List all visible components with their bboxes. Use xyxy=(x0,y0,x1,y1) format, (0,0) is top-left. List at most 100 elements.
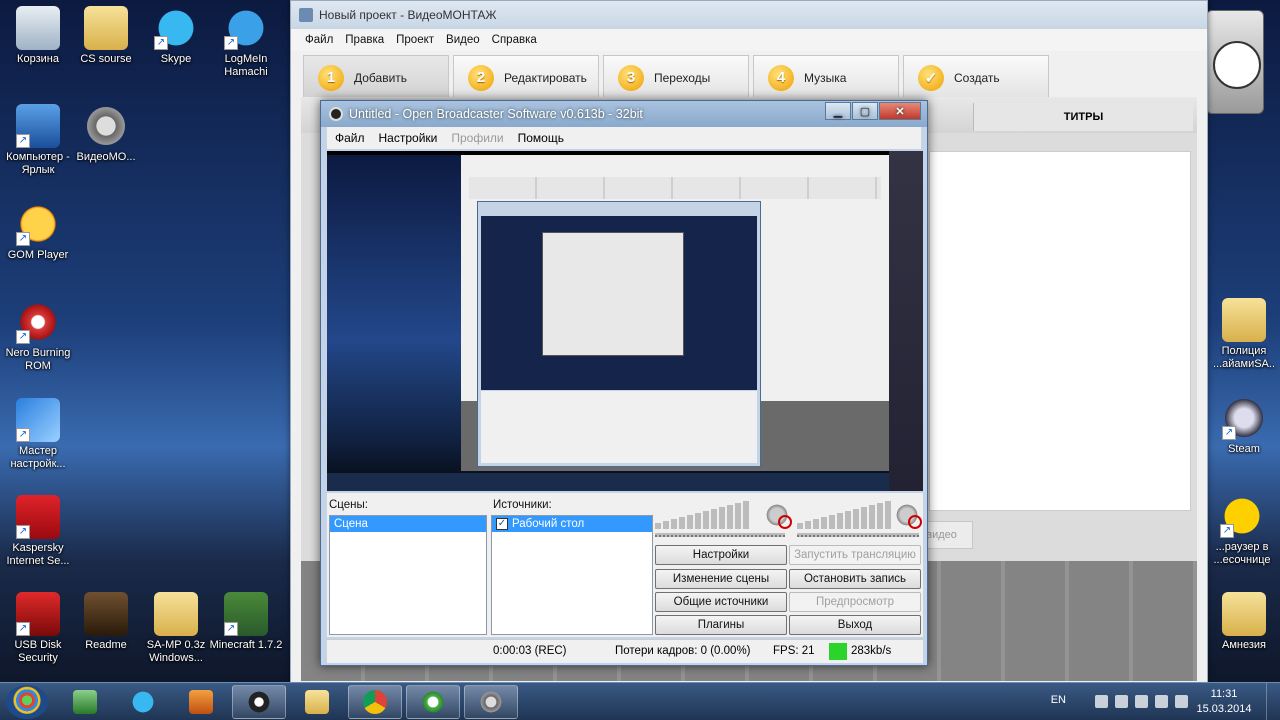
preview-obs-window xyxy=(477,201,761,467)
preview-button[interactable]: Предпросмотр xyxy=(789,592,921,612)
shortcut-arrow-icon: ↗ xyxy=(16,330,30,344)
video-editor-titlebar[interactable]: Новый проект - ВидеоМОНТАЖ xyxy=(291,1,1207,29)
menu-file[interactable]: Файл xyxy=(305,34,333,46)
desktop-icon-amnesia[interactable]: Амнезия xyxy=(1206,592,1280,652)
clock[interactable]: 11:31 15.03.2014 xyxy=(1194,687,1254,717)
desktop-icon-minecraft[interactable]: ↗ Minecraft 1.7.2 xyxy=(208,592,284,652)
obs-window[interactable]: Untitled - Open Broadcaster Software v0.… xyxy=(320,100,928,666)
desktop-icon-label: Kaspersky Internet Se... xyxy=(6,542,70,567)
desktop-icon-gom-player[interactable]: ↗ GOM Player xyxy=(0,202,76,262)
menu-video[interactable]: Видео xyxy=(446,34,480,46)
desktop-icon-police-miami[interactable]: Полиция ...айамиSA.. xyxy=(1206,298,1280,371)
close-button[interactable]: ✕ xyxy=(879,102,921,120)
mic-audio-meter xyxy=(797,499,891,529)
notifications-arrow-icon[interactable] xyxy=(1095,695,1108,708)
folder-icon xyxy=(1222,592,1266,636)
taskbar-folder[interactable] xyxy=(290,685,344,719)
desktop-icon-label: Readme xyxy=(85,639,127,651)
shortcut-arrow-icon: ↗ xyxy=(16,232,30,246)
maximize-button[interactable]: ▢ xyxy=(852,102,878,120)
menu-edit[interactable]: Правка xyxy=(345,34,384,46)
start-stream-button[interactable]: Запустить трансляцию xyxy=(789,545,921,565)
menu-help[interactable]: Справка xyxy=(492,34,537,46)
battery-icon[interactable] xyxy=(1155,695,1168,708)
desktop-icon-label: LogMeIn Hamachi xyxy=(224,53,268,78)
network-icon[interactable] xyxy=(1135,695,1148,708)
taskbar-obs[interactable] xyxy=(232,685,286,719)
source-item[interactable]: ✓ Рабочий стол xyxy=(492,516,652,532)
obs-statusbar: 0:00:03 (REC) Потери кадров: 0 (0.00%) F… xyxy=(327,639,923,663)
taskbar-chrome[interactable] xyxy=(348,685,402,719)
stop-recording-button[interactable]: Остановить запись xyxy=(789,569,921,589)
desktop-icon-steam[interactable]: ↗ Steam xyxy=(1206,396,1280,456)
step-transitions[interactable]: 3 Переходы xyxy=(603,55,749,99)
show-desktop-button[interactable] xyxy=(1266,683,1280,720)
titles-canvas[interactable] xyxy=(929,151,1191,511)
step-create[interactable]: ✓ Создать xyxy=(903,55,1049,99)
plugins-button[interactable]: Плагины xyxy=(655,615,787,635)
video-editor-menubar: Файл Правка Проект Видео Справка xyxy=(291,29,1207,51)
source-checkbox[interactable]: ✓ xyxy=(496,518,508,530)
desktop-icon-videomontazh[interactable]: ВидеоМО... xyxy=(68,104,144,164)
desktop-icon-skype[interactable]: ↗ Skype xyxy=(138,6,214,66)
preview-desktop-capture xyxy=(327,155,889,491)
obs-menu-profiles[interactable]: Профили xyxy=(451,131,503,145)
edit-scene-button[interactable]: Изменение сцены xyxy=(655,569,787,589)
desktop-icon-nero[interactable]: ↗ Nero Burning ROM xyxy=(0,300,76,373)
menu-project[interactable]: Проект xyxy=(396,34,434,46)
desktop-icon-label: Амнезия xyxy=(1222,639,1266,651)
flag-icon[interactable] xyxy=(1115,695,1128,708)
obs-menu-file[interactable]: Файл xyxy=(335,131,365,145)
desktop-icon-readme[interactable]: Readme xyxy=(68,592,144,652)
language-indicator[interactable]: EN xyxy=(1051,694,1066,706)
step-add[interactable]: 1 Добавить xyxy=(303,55,449,99)
bitrate-status-indicator xyxy=(829,643,847,660)
volume-icon[interactable] xyxy=(1175,695,1188,708)
desktop-icon-kaspersky[interactable]: ↗ Kaspersky Internet Se... xyxy=(0,495,76,568)
desktop-icon-hamachi[interactable]: ↗ LogMeIn Hamachi xyxy=(208,6,284,79)
desktop-icon-recycle-bin[interactable]: Корзина xyxy=(0,6,76,66)
desktop-icon-computer[interactable]: ↗ Компьютер - Ярлык xyxy=(0,104,76,177)
steam-icon: ↗ xyxy=(1222,396,1266,440)
taskbar-skype[interactable] xyxy=(116,685,170,719)
microphone-muted-icon[interactable] xyxy=(895,503,922,529)
desktop-icon-usb-security[interactable]: ↗ USB Disk Security xyxy=(0,592,76,665)
window-controls: ▁ ▢ ✕ xyxy=(825,102,921,120)
obs-titlebar[interactable]: Untitled - Open Broadcaster Software v0.… xyxy=(321,101,927,127)
sources-list[interactable]: ✓ Рабочий стол xyxy=(491,515,653,635)
exit-button[interactable]: Выход xyxy=(789,615,921,635)
folder-icon xyxy=(1222,298,1266,342)
video-reel-icon xyxy=(84,104,128,148)
desktop-icon-samp[interactable]: SA-MP 0.3z Windows... xyxy=(138,592,214,665)
desktop-icon-label: Skype xyxy=(160,53,192,65)
settings-button[interactable]: Настройки xyxy=(655,545,787,565)
video-editor-title: Новый проект - ВидеоМОНТАЖ xyxy=(319,8,497,22)
explorer-icon xyxy=(73,690,97,714)
desktop-icon-cs-sourse[interactable]: CS sourse xyxy=(68,6,144,66)
scenes-list[interactable]: Сцена xyxy=(329,515,487,635)
gom-player-icon: ↗ xyxy=(16,202,60,246)
scene-item[interactable]: Сцена xyxy=(330,516,486,532)
taskbar-utorrent[interactable] xyxy=(406,685,460,719)
taskbar-media-player[interactable] xyxy=(174,685,228,719)
taskbar-videomontazh[interactable] xyxy=(464,685,518,719)
minimize-button[interactable]: ▁ xyxy=(825,102,851,120)
obs-menu-settings[interactable]: Настройки xyxy=(379,131,438,145)
step-edit[interactable]: 2 Редактировать xyxy=(453,55,599,99)
tab-titles[interactable]: ТИТРЫ xyxy=(973,103,1193,131)
skype-icon: ↗ xyxy=(154,6,198,50)
obs-controls-panel: Сцены: Сцена Источники: ✓ Рабочий стол Н… xyxy=(327,493,923,637)
mic-volume-slider[interactable] xyxy=(797,533,919,537)
desktop-icon-yandex-sandbox[interactable]: ↗ ...раузер в ...есочнице xyxy=(1204,494,1280,567)
global-sources-button[interactable]: Общие источники xyxy=(655,592,787,612)
desktop-volume-slider[interactable] xyxy=(655,533,785,537)
start-button[interactable] xyxy=(6,685,48,719)
checkmark-icon: ✓ xyxy=(918,64,944,91)
taskbar-explorer[interactable] xyxy=(58,685,112,719)
speaker-muted-icon[interactable] xyxy=(765,503,792,529)
desktop-icon-setup-wizard[interactable]: ↗ Мастер настройк... xyxy=(0,398,76,471)
hamachi-icon: ↗ xyxy=(224,6,268,50)
obs-menu-help[interactable]: Помощь xyxy=(518,131,564,145)
step-music[interactable]: 4 Музыка xyxy=(753,55,899,99)
clock-gadget[interactable] xyxy=(1206,10,1264,114)
